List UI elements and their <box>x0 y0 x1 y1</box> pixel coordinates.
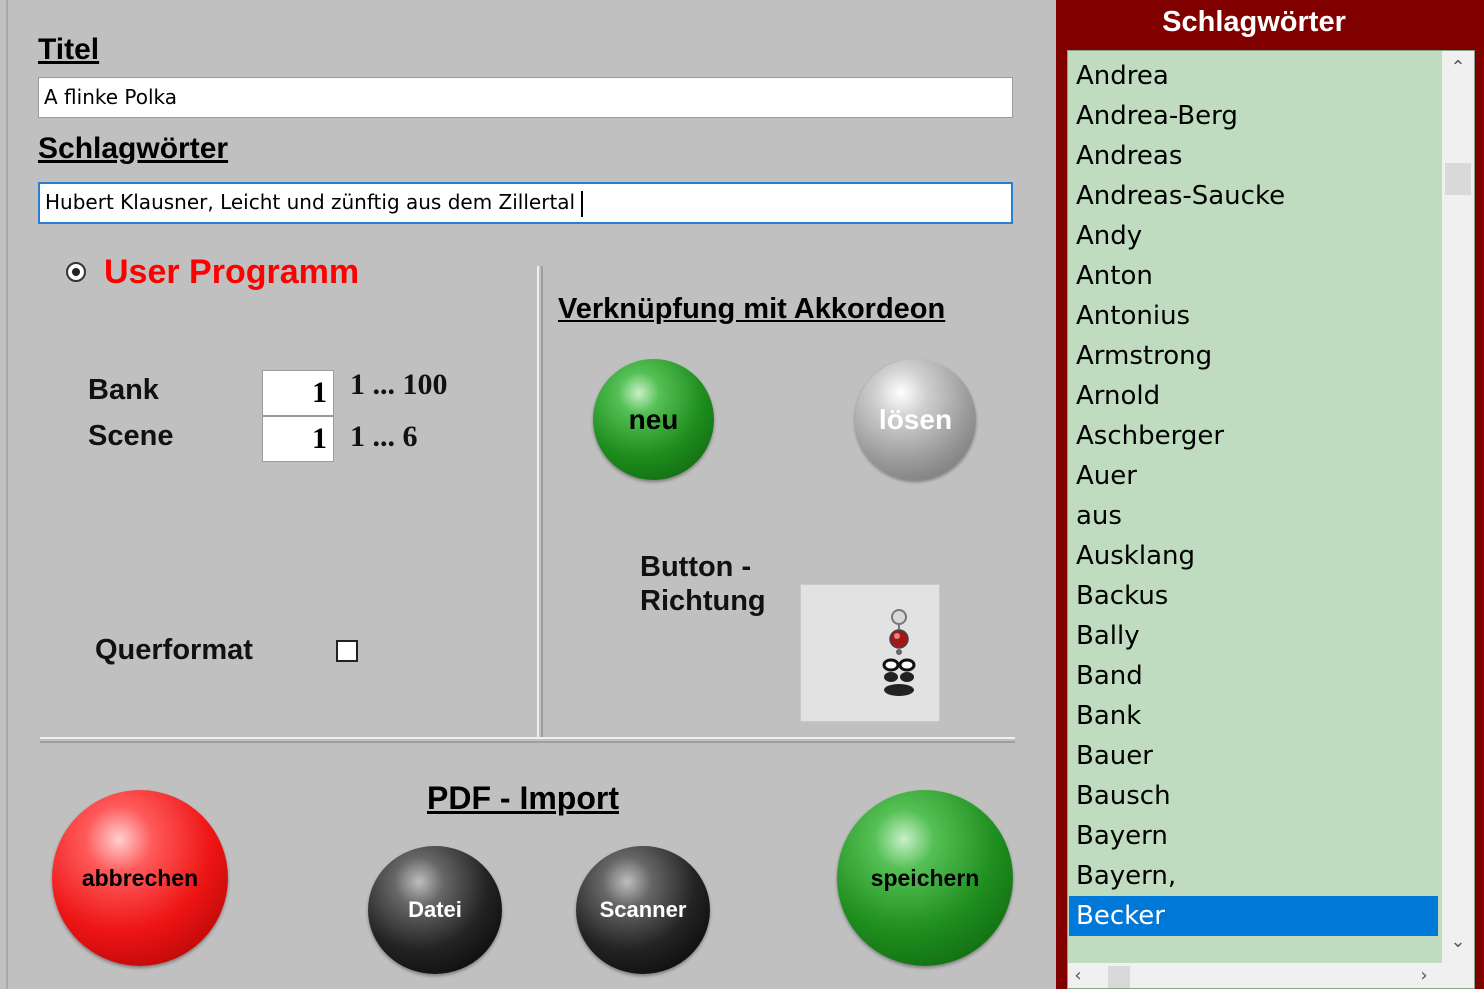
list-item[interactable]: Andreas <box>1069 136 1438 176</box>
list-item[interactable]: Aschberger <box>1069 416 1438 456</box>
bank-label: Bank <box>88 374 159 406</box>
pdf-import-title: PDF - Import <box>427 780 619 816</box>
new-link-button[interactable]: neu <box>593 359 714 480</box>
keywords-input-value: Hubert Klausner, Leicht und zünftig aus … <box>45 190 576 214</box>
save-button[interactable]: speichern <box>837 790 1013 966</box>
list-item[interactable]: Bausch <box>1069 776 1438 816</box>
keywords-label: Schlagwörter <box>38 132 229 165</box>
keywords-input[interactable]: Hubert Klausner, Leicht und zünftig aus … <box>38 182 1013 224</box>
vertical-scroll-thumb[interactable] <box>1445 163 1471 195</box>
user-program-radio[interactable] <box>66 262 86 282</box>
title-input-value: A flinke Polka <box>44 85 178 109</box>
list-item[interactable]: aus <box>1069 496 1438 536</box>
list-item[interactable]: Bally <box>1069 616 1438 656</box>
accordion-button-direction-icon <box>882 609 916 696</box>
list-item[interactable]: Andrea-Berg <box>1069 96 1438 136</box>
list-item[interactable]: Ausklang <box>1069 536 1438 576</box>
list-item[interactable]: Auer <box>1069 456 1438 496</box>
new-link-label: neu <box>628 403 679 435</box>
file-import-button[interactable]: Datei <box>368 846 502 974</box>
keywords-list[interactable]: Andrea Andrea-Berg Andreas Andreas-Saucke An… <box>1067 50 1475 989</box>
querformat-label: Querformat <box>95 634 253 666</box>
chevron-left-icon[interactable]: ‹ <box>1068 965 1088 986</box>
cancel-button[interactable]: abbrechen <box>52 790 228 966</box>
querformat-checkbox[interactable] <box>336 640 358 662</box>
cancel-label: abbrechen <box>81 864 199 891</box>
scanner-import-label: Scanner <box>599 897 687 922</box>
user-program-label: User Programm <box>104 253 360 291</box>
release-link-button[interactable]: lösen <box>855 359 976 480</box>
accordion-link-title: Verknüpfung mit Akkordeon <box>558 293 946 325</box>
keywords-sidebar-title: Schlagwörter <box>1162 6 1346 38</box>
list-item[interactable]: Arnold <box>1069 376 1438 416</box>
scroll-corner <box>1442 963 1474 988</box>
chevron-down-icon[interactable]: ⌄ <box>1442 931 1474 952</box>
direction-label-line2: Richtung <box>640 585 766 617</box>
scanner-import-button[interactable]: Scanner <box>576 846 710 974</box>
list-item[interactable]: Armstrong <box>1069 336 1438 376</box>
list-item[interactable]: Bauer <box>1069 736 1438 776</box>
title-input[interactable]: A flinke Polka <box>38 77 1013 118</box>
horizontal-scroll-thumb[interactable] <box>1108 966 1130 988</box>
keywords-sidebar: Schlagwörter Andrea Andrea-Berg Andreas And… <box>1056 0 1484 989</box>
list-item[interactable]: Backus <box>1069 576 1438 616</box>
list-item[interactable]: Andrea <box>1069 56 1438 96</box>
list-item[interactable]: Bayern <box>1069 816 1438 856</box>
bank-input[interactable]: 1 <box>262 370 334 416</box>
chevron-up-icon[interactable]: ⌃ <box>1442 57 1474 78</box>
direction-label: Button - Richtung <box>640 550 766 618</box>
release-link-label: lösen <box>878 403 953 435</box>
list-item[interactable]: Antonius <box>1069 296 1438 336</box>
scene-label: Scene <box>88 420 174 452</box>
chevron-right-icon[interactable]: › <box>1414 965 1434 986</box>
bank-range: 1 ... 100 <box>350 368 448 401</box>
text-caret <box>581 190 584 217</box>
scene-input[interactable]: 1 <box>262 416 334 462</box>
save-label: speichern <box>870 864 980 891</box>
direction-label-line1: Button - <box>640 551 752 583</box>
scene-range: 1 ... 6 <box>350 420 418 453</box>
list-item[interactable]: Andy <box>1069 216 1438 256</box>
horizontal-divider <box>40 737 1015 743</box>
list-item[interactable]: Band <box>1069 656 1438 696</box>
list-item[interactable]: Andreas-Saucke <box>1069 176 1438 216</box>
window-edge <box>6 0 8 989</box>
list-item[interactable]: Becker <box>1069 896 1438 936</box>
vertical-scrollbar[interactable]: ⌃ ⌄ <box>1442 51 1474 963</box>
vertical-divider <box>537 266 543 738</box>
list-item[interactable]: Bank <box>1069 696 1438 736</box>
edit-form-panel: Titel A flinke Polka Schlagwörter Hubert… <box>0 0 1056 989</box>
file-import-label: Datei <box>408 897 462 922</box>
direction-button[interactable] <box>800 584 940 722</box>
title-label: Titel <box>38 33 100 66</box>
list-item[interactable]: Bayern, <box>1069 856 1438 896</box>
horizontal-scrollbar[interactable]: ‹ › <box>1068 963 1442 988</box>
list-item[interactable]: Anton <box>1069 256 1438 296</box>
